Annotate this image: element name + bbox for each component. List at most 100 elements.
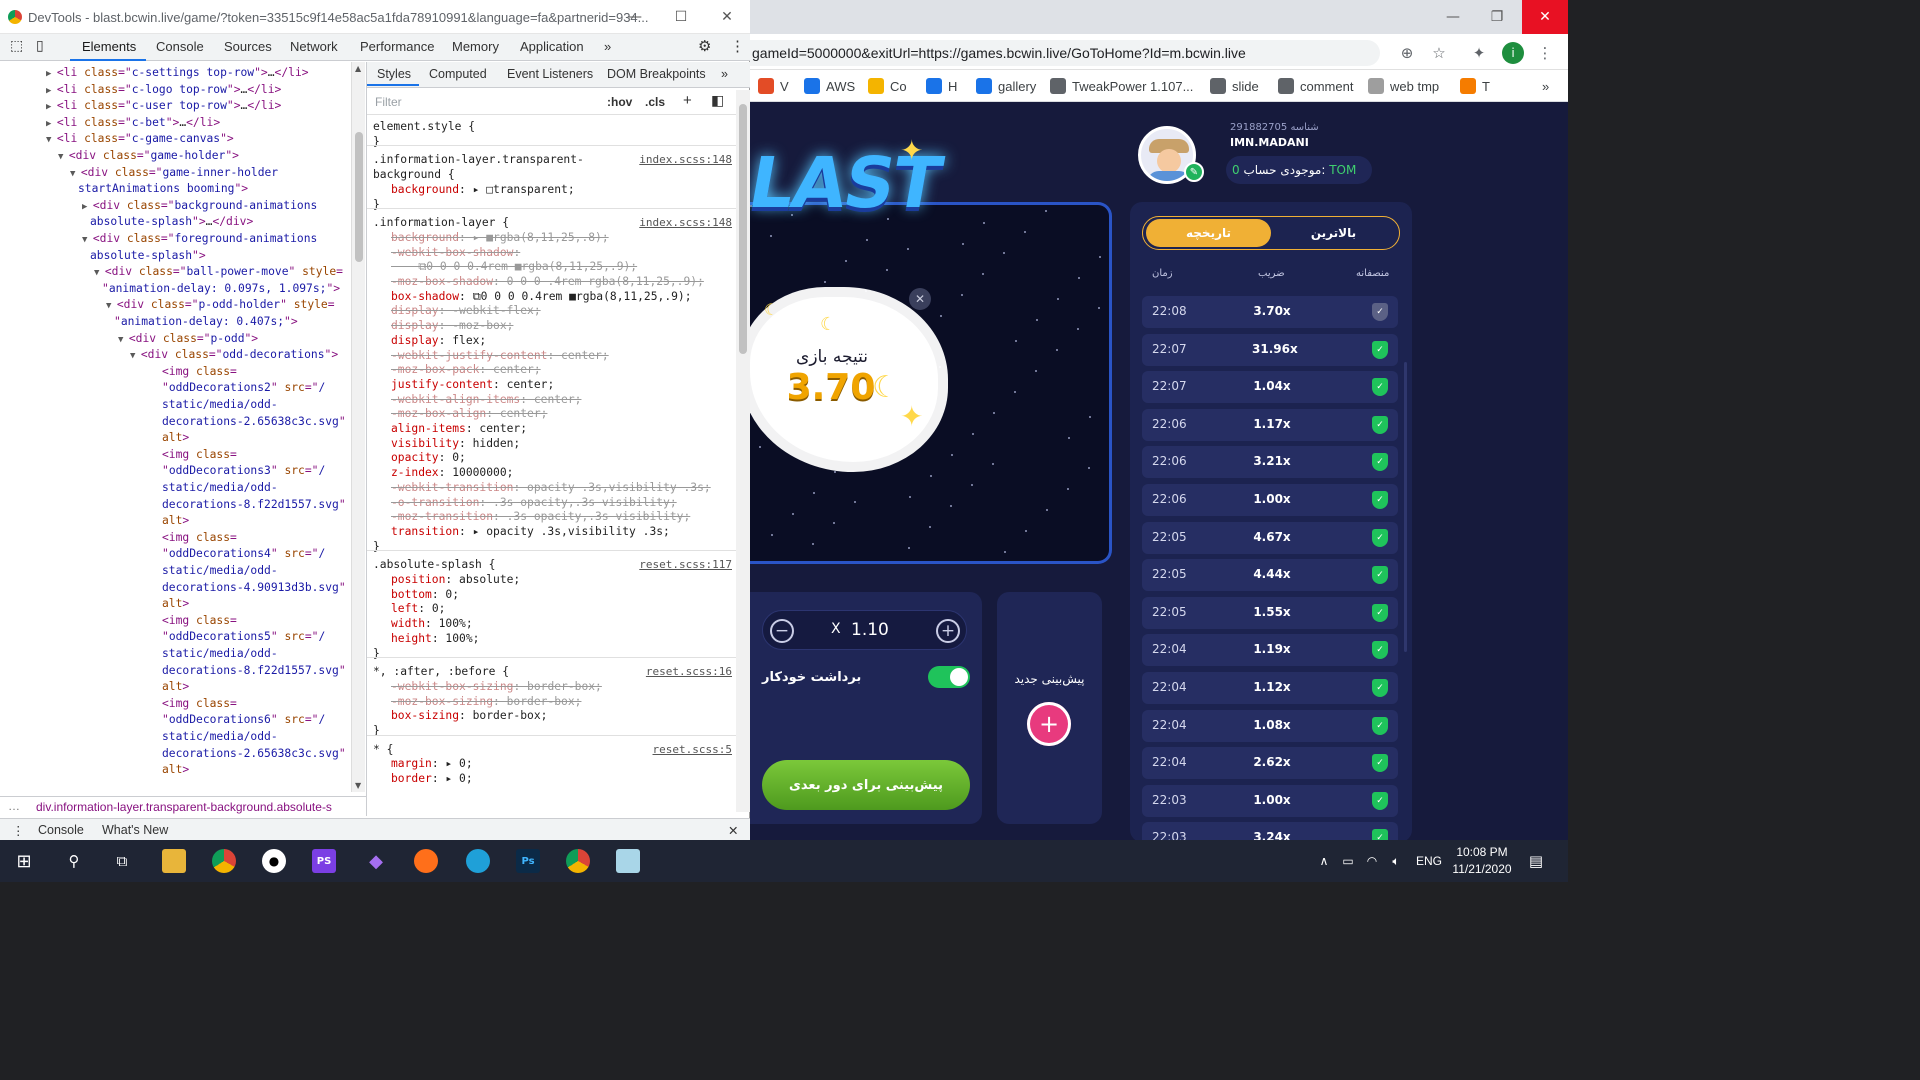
- css-property[interactable]: margin: ▸ 0;: [391, 757, 473, 770]
- css-selector[interactable]: *, :after, :before {: [373, 665, 509, 678]
- property-name[interactable]: display: [391, 319, 439, 332]
- more-tabs-icon[interactable]: »: [604, 39, 611, 54]
- expand-arrow-icon[interactable]: ▼: [46, 135, 57, 145]
- property-value[interactable]: : center;: [547, 349, 608, 362]
- multiplier-value[interactable]: 1.10: [851, 620, 889, 640]
- rule-source-link[interactable]: reset.scss:16: [646, 665, 732, 678]
- task-view-icon[interactable]: ⧉: [110, 849, 134, 873]
- property-value[interactable]: : 100%;: [432, 632, 480, 645]
- dom-node-line[interactable]: ▶ <li class="c-settings top-row">…</li>: [46, 66, 309, 79]
- drawer-close-icon[interactable]: ✕: [728, 823, 738, 838]
- css-property[interactable]: transition: ▸ opacity .3s,visibility .3s…: [391, 525, 670, 538]
- property-name[interactable]: display: [391, 334, 439, 347]
- css-property[interactable]: display: -moz-box;: [391, 319, 513, 332]
- css-property[interactable]: background: ▸ □transparent;: [391, 183, 575, 196]
- toggle-sidebar-icon[interactable]: ◧: [711, 92, 724, 109]
- profile-avatar[interactable]: i: [1502, 42, 1524, 64]
- tab-memory[interactable]: Memory: [452, 39, 499, 54]
- property-value[interactable]: : center;: [520, 393, 581, 406]
- property-value[interactable]: : absolute;: [445, 573, 520, 586]
- firefox-icon[interactable]: [414, 849, 438, 873]
- dom-node-line[interactable]: static/media/odd-: [162, 730, 278, 743]
- css-selector[interactable]: .information-layer {: [373, 216, 509, 229]
- property-value[interactable]: : ▸ ■rgba(8,11,25,.8);: [459, 231, 609, 244]
- shield-check-icon[interactable]: ✓: [1372, 528, 1388, 547]
- shield-check-icon[interactable]: ✓: [1372, 340, 1388, 359]
- expand-arrow-icon[interactable]: ▼: [130, 351, 141, 361]
- dom-node-line[interactable]: ▼ <div class="odd-decorations">: [130, 348, 338, 361]
- shield-check-icon[interactable]: ✓: [1372, 453, 1388, 472]
- property-name[interactable]: left: [391, 602, 418, 615]
- css-property[interactable]: box-sizing: border-box;: [391, 709, 547, 722]
- bookmark-item[interactable]: web tmp: [1368, 77, 1439, 95]
- shield-check-icon[interactable]: ✓: [1372, 829, 1388, 840]
- bookmark-item[interactable]: AWS: [804, 77, 855, 95]
- shield-check-icon[interactable]: ✓: [1372, 716, 1388, 735]
- kebab-menu-icon[interactable]: ⋮: [730, 37, 745, 55]
- drawer-tab-whats-new[interactable]: What's New: [102, 823, 168, 837]
- css-property[interactable]: -moz-box-pack: center;: [391, 363, 541, 376]
- expand-arrow-icon[interactable]: ▼: [70, 169, 81, 179]
- property-value[interactable]: : 0 0 0 .4rem rgba(8,11,25,.9);: [493, 275, 704, 288]
- wifi-icon[interactable]: ◠: [1360, 849, 1384, 873]
- css-property[interactable]: position: absolute;: [391, 573, 520, 586]
- property-value[interactable]: : ▸ 0;: [432, 757, 473, 770]
- styles-tab-styles[interactable]: Styles: [377, 67, 411, 81]
- inspect-icon[interactable]: ⬚: [10, 37, 23, 54]
- dom-node-line[interactable]: decorations-4.90913d3b.svg": [162, 581, 346, 594]
- expand-arrow-icon[interactable]: ▶: [82, 202, 93, 212]
- bookmark-item[interactable]: comment: [1278, 77, 1353, 95]
- property-value[interactable]: : .3s opacity,.3s visibility;: [493, 510, 690, 523]
- property-value[interactable]: : -moz-box;: [439, 319, 514, 332]
- expand-arrow-icon[interactable]: ▼: [82, 235, 93, 245]
- css-property[interactable]: left: 0;: [391, 602, 445, 615]
- drawer-menu-icon[interactable]: ⋮: [12, 823, 25, 838]
- tab-application[interactable]: Application: [520, 39, 584, 54]
- property-value[interactable]: : -webkit-flex;: [439, 304, 541, 317]
- auto-cashout-toggle[interactable]: [928, 666, 970, 688]
- css-property[interactable]: -webkit-justify-content: center;: [391, 349, 609, 362]
- dom-node-line[interactable]: alt>: [162, 680, 189, 693]
- expand-arrow-icon[interactable]: ▼: [106, 301, 117, 311]
- property-value[interactable]: : 0;: [432, 588, 459, 601]
- property-value[interactable]: : 0;: [439, 451, 466, 464]
- more-style-tabs-icon[interactable]: »: [721, 67, 728, 81]
- property-name[interactable]: transition: [391, 525, 459, 538]
- minus-icon[interactable]: −: [770, 619, 794, 643]
- dom-node-line[interactable]: ▶ <div class="background-animations: [82, 199, 317, 212]
- property-name[interactable]: justify-content: [391, 378, 493, 391]
- property-name[interactable]: visibility: [391, 437, 459, 450]
- breadcrumb-item[interactable]: div.information-layer.transparent-backgr…: [36, 800, 332, 814]
- css-selector[interactable]: .absolute-splash {: [373, 558, 495, 571]
- rule-source-link[interactable]: reset.scss:5: [653, 743, 732, 756]
- close-result-icon[interactable]: ✕: [909, 288, 931, 310]
- maximize-button[interactable]: ❐: [1474, 0, 1520, 34]
- cls-toggle[interactable]: .cls: [645, 95, 665, 109]
- devtools-maximize-button[interactable]: ☐: [658, 0, 704, 34]
- property-value[interactable]: : opacity .3s,visibility .3s;: [513, 481, 710, 494]
- chrome-icon[interactable]: [566, 849, 590, 873]
- menu-icon[interactable]: ⋮: [1534, 42, 1556, 64]
- battery-icon[interactable]: ▭: [1336, 849, 1360, 873]
- windows-start-icon[interactable]: ⊞: [12, 849, 36, 873]
- css-property[interactable]: width: 100%;: [391, 617, 473, 630]
- property-name[interactable]: box-shadow: [391, 290, 459, 303]
- add-prediction-button[interactable]: +: [1027, 702, 1071, 746]
- dom-node-line[interactable]: alt>: [162, 597, 189, 610]
- tab-network[interactable]: Network: [290, 39, 338, 54]
- property-value[interactable]: : hidden;: [459, 437, 520, 450]
- css-property[interactable]: border: ▸ 0;: [391, 772, 473, 785]
- styles-tab-event-listeners[interactable]: Event Listeners: [507, 67, 593, 81]
- clock[interactable]: 10:08 PM 11/21/2020: [1444, 844, 1520, 878]
- dom-node-line[interactable]: ▶ <li class="c-user top-row">…</li>: [46, 99, 281, 112]
- dom-node-line[interactable]: ▼ <div class="ball-power-move" style=: [94, 265, 343, 278]
- styles-filter-input[interactable]: Filter: [375, 95, 402, 109]
- property-name[interactable]: background: [391, 231, 459, 244]
- property-name[interactable]: border: [391, 772, 432, 785]
- github-icon[interactable]: ●: [262, 849, 286, 873]
- dom-node-line[interactable]: "animation-delay: 0.097s, 1.097s;">: [102, 282, 340, 295]
- tab-history[interactable]: تاریخچه: [1146, 219, 1271, 247]
- property-value[interactable]: : center;: [466, 422, 527, 435]
- edit-pencil-icon[interactable]: ✎: [1184, 162, 1204, 182]
- notifications-icon[interactable]: ▤: [1524, 849, 1548, 873]
